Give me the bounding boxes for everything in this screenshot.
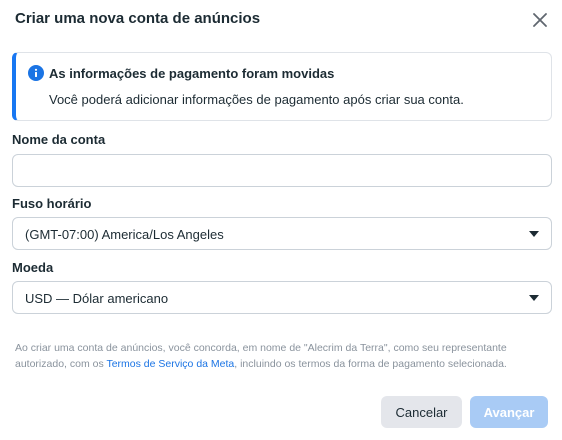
info-icon <box>28 65 44 81</box>
terms-of-service-link[interactable]: Termos de Serviço da Meta <box>106 358 234 370</box>
timezone-value: (GMT-07:00) America/Los Angeles <box>25 227 224 242</box>
timezone-label: Fuso horário <box>12 196 92 211</box>
terms-text: Ao criar uma conta de anúncios, você con… <box>15 340 550 372</box>
close-button[interactable] <box>530 10 550 30</box>
info-banner: As informações de pagamento foram movida… <box>12 52 552 121</box>
banner-text: Você poderá adicionar informações de pag… <box>49 92 464 107</box>
close-icon <box>533 13 547 27</box>
terms-text-after: , incluindo os termos da forma de pagame… <box>234 358 507 370</box>
chevron-down-icon <box>529 231 539 237</box>
timezone-select[interactable]: (GMT-07:00) America/Los Angeles <box>12 217 552 250</box>
cancel-button[interactable]: Cancelar <box>381 396 462 428</box>
account-name-label: Nome da conta <box>12 132 106 147</box>
currency-select[interactable]: USD — Dólar americano <box>12 281 552 314</box>
currency-value: USD — Dólar americano <box>25 291 169 306</box>
chevron-down-icon <box>529 295 539 301</box>
account-name-input[interactable] <box>12 154 552 187</box>
currency-label: Moeda <box>12 260 54 275</box>
create-ad-account-dialog: Criar uma nova conta de anúncios As info… <box>0 0 562 440</box>
next-button[interactable]: Avançar <box>470 396 548 428</box>
banner-title: As informações de pagamento foram movida… <box>49 66 335 81</box>
dialog-title: Criar uma nova conta de anúncios <box>15 10 261 27</box>
